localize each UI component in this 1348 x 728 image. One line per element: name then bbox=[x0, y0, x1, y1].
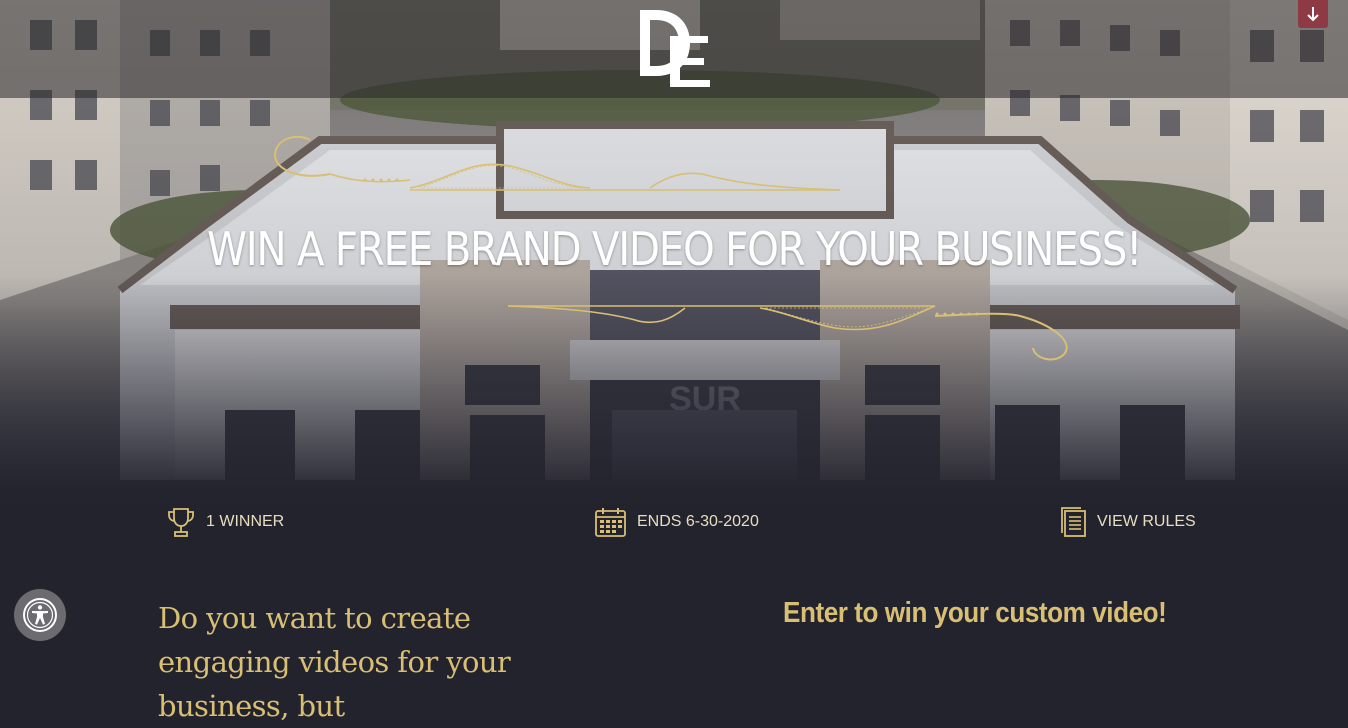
accessibility-button[interactable] bbox=[14, 589, 66, 641]
stat-end-date-label: ENDS 6-30-2020 bbox=[637, 513, 759, 530]
entry-form-title: Enter to win your custom video! bbox=[783, 597, 1167, 629]
de-logo-mark bbox=[640, 10, 710, 87]
trophy-icon bbox=[168, 508, 194, 537]
view-rules-label: VIEW RULES bbox=[1097, 513, 1196, 530]
stat-winners: 1 WINNER bbox=[166, 506, 284, 538]
scroll-down-button[interactable] bbox=[1298, 0, 1328, 28]
brand-logo[interactable] bbox=[634, 6, 714, 90]
view-rules-link[interactable]: VIEW RULES bbox=[1060, 506, 1196, 538]
bottom-flourish-ornament bbox=[507, 305, 1068, 361]
document-icon bbox=[1061, 507, 1086, 537]
top-flourish-ornament bbox=[273, 135, 841, 191]
arrow-down-icon bbox=[1307, 7, 1319, 22]
intro-question-heading: Do you want to create engaging videos fo… bbox=[158, 601, 511, 723]
stat-end-date: ENDS 6-30-2020 bbox=[594, 506, 759, 538]
header-bar bbox=[0, 0, 1348, 98]
calendar-icon bbox=[595, 508, 626, 537]
hero-headline: WIN A FREE BRAND VIDEO FOR YOUR BUSINESS… bbox=[206, 222, 1142, 276]
stat-winners-label: 1 WINNER bbox=[206, 513, 285, 530]
accessibility-icon bbox=[23, 598, 57, 632]
